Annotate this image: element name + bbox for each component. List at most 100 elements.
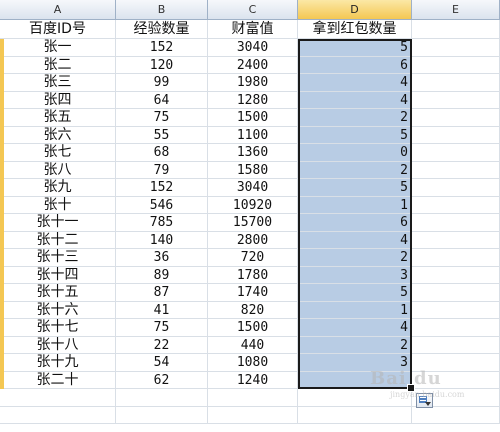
cell-e[interactable] xyxy=(412,126,500,144)
cell-e[interactable] xyxy=(412,161,500,179)
header-cell-experience[interactable]: 经验数量 xyxy=(116,20,208,39)
cell-id[interactable]: 张四 xyxy=(0,91,116,109)
cell-redpacket[interactable]: 1 xyxy=(298,301,412,319)
cell-id[interactable]: 张十三 xyxy=(0,249,116,267)
cell-e[interactable] xyxy=(412,231,500,249)
cell-wealth[interactable]: 1360 xyxy=(208,144,298,162)
cell-wealth[interactable]: 820 xyxy=(208,301,298,319)
cell-id[interactable]: 张一 xyxy=(0,39,116,57)
cell-redpacket[interactable] xyxy=(298,371,412,389)
cell-e[interactable] xyxy=(412,354,500,372)
cell-wealth[interactable]: 1280 xyxy=(208,91,298,109)
cell-e[interactable] xyxy=(412,91,500,109)
cell-experience[interactable]: 36 xyxy=(116,249,208,267)
cell-wealth[interactable]: 1240 xyxy=(208,371,298,389)
cell-wealth[interactable]: 1980 xyxy=(208,74,298,92)
cell-experience[interactable]: 79 xyxy=(116,161,208,179)
cell-wealth[interactable]: 2800 xyxy=(208,231,298,249)
cell-wealth[interactable]: 10920 xyxy=(208,196,298,214)
cell-e[interactable] xyxy=(412,336,500,354)
column-header-d[interactable]: D xyxy=(298,0,412,20)
cell-redpacket[interactable]: 3 xyxy=(298,354,412,372)
cell-e[interactable] xyxy=(412,301,500,319)
cell-redpacket[interactable]: 2 xyxy=(298,249,412,267)
cell-experience[interactable]: 152 xyxy=(116,179,208,197)
cell-redpacket[interactable]: 4 xyxy=(298,231,412,249)
cell-id[interactable]: 张九 xyxy=(0,179,116,197)
cell-id[interactable]: 张十二 xyxy=(0,231,116,249)
cell-e[interactable] xyxy=(412,56,500,74)
cell-e[interactable] xyxy=(412,196,500,214)
cell-wealth[interactable]: 1740 xyxy=(208,284,298,302)
cell-redpacket[interactable]: 4 xyxy=(298,74,412,92)
cell-redpacket[interactable]: 3 xyxy=(298,266,412,284)
column-header-b[interactable]: B xyxy=(116,0,208,20)
cell-id[interactable]: 张十五 xyxy=(0,284,116,302)
cell-id[interactable]: 张六 xyxy=(0,126,116,144)
cell-wealth[interactable]: 1780 xyxy=(208,266,298,284)
cell-wealth[interactable]: 3040 xyxy=(208,39,298,57)
cell-experience[interactable]: 75 xyxy=(116,319,208,337)
cell-e[interactable] xyxy=(412,74,500,92)
header-cell-id[interactable]: 百度ID号 xyxy=(0,20,116,39)
cell-e[interactable] xyxy=(412,249,500,267)
column-header-c[interactable]: C xyxy=(208,0,298,20)
cell-experience[interactable]: 55 xyxy=(116,126,208,144)
cell-wealth[interactable]: 3040 xyxy=(208,179,298,197)
autofill-options-icon[interactable] xyxy=(416,393,433,408)
cell-redpacket[interactable]: 2 xyxy=(298,109,412,127)
cell-id[interactable]: 张十六 xyxy=(0,301,116,319)
column-header-a[interactable]: A xyxy=(0,0,116,20)
cell-redpacket[interactable]: 0 xyxy=(298,144,412,162)
cell-redpacket[interactable]: 1 xyxy=(298,196,412,214)
cell-experience[interactable]: 120 xyxy=(116,56,208,74)
cell-experience[interactable]: 41 xyxy=(116,301,208,319)
cell-id[interactable]: 张十四 xyxy=(0,266,116,284)
cell-redpacket[interactable]: 5 xyxy=(298,284,412,302)
cell-e[interactable] xyxy=(412,39,500,57)
cell-experience[interactable]: 22 xyxy=(116,336,208,354)
cell-e[interactable] xyxy=(412,266,500,284)
cell-id[interactable]: 张十九 xyxy=(0,354,116,372)
cell-id[interactable]: 张八 xyxy=(0,161,116,179)
cell-redpacket[interactable]: 6 xyxy=(298,56,412,74)
cell-id[interactable]: 张二十 xyxy=(0,371,116,389)
header-cell-redpacket[interactable]: 拿到红包数量 xyxy=(298,20,412,39)
cell-e[interactable] xyxy=(412,284,500,302)
cell-redpacket[interactable]: 5 xyxy=(298,179,412,197)
cell-e[interactable] xyxy=(412,371,500,389)
cell-wealth[interactable]: 440 xyxy=(208,336,298,354)
cell-redpacket[interactable]: 2 xyxy=(298,161,412,179)
cell-id[interactable]: 张十七 xyxy=(0,319,116,337)
cell-id[interactable]: 张十 xyxy=(0,196,116,214)
cell-redpacket[interactable]: 4 xyxy=(298,91,412,109)
cell-experience[interactable]: 62 xyxy=(116,371,208,389)
empty-cell[interactable] xyxy=(298,389,412,407)
cell-experience[interactable]: 75 xyxy=(116,109,208,127)
empty-cell[interactable] xyxy=(298,406,412,424)
cell-redpacket[interactable]: 4 xyxy=(298,319,412,337)
empty-cell[interactable] xyxy=(116,389,208,407)
cell-experience[interactable]: 140 xyxy=(116,231,208,249)
cell-e[interactable] xyxy=(412,144,500,162)
cell-experience[interactable]: 89 xyxy=(116,266,208,284)
cell-id[interactable]: 张二 xyxy=(0,56,116,74)
cell-redpacket[interactable]: 2 xyxy=(298,336,412,354)
cell-experience[interactable]: 785 xyxy=(116,214,208,232)
cell-redpacket[interactable]: 5 xyxy=(298,39,412,57)
header-cell-wealth[interactable]: 财富值 xyxy=(208,20,298,39)
header-cell-e[interactable] xyxy=(412,20,500,39)
cell-redpacket[interactable]: 5 xyxy=(298,126,412,144)
cell-id[interactable]: 张三 xyxy=(0,74,116,92)
cell-experience[interactable]: 68 xyxy=(116,144,208,162)
cell-id[interactable]: 张五 xyxy=(0,109,116,127)
fill-handle[interactable] xyxy=(407,384,415,392)
empty-cell[interactable] xyxy=(0,406,116,424)
cell-redpacket[interactable]: 6 xyxy=(298,214,412,232)
empty-cell[interactable] xyxy=(208,389,298,407)
cell-id[interactable]: 张十一 xyxy=(0,214,116,232)
cell-wealth[interactable]: 1500 xyxy=(208,109,298,127)
empty-cell[interactable] xyxy=(116,406,208,424)
cell-e[interactable] xyxy=(412,109,500,127)
cell-wealth[interactable]: 720 xyxy=(208,249,298,267)
